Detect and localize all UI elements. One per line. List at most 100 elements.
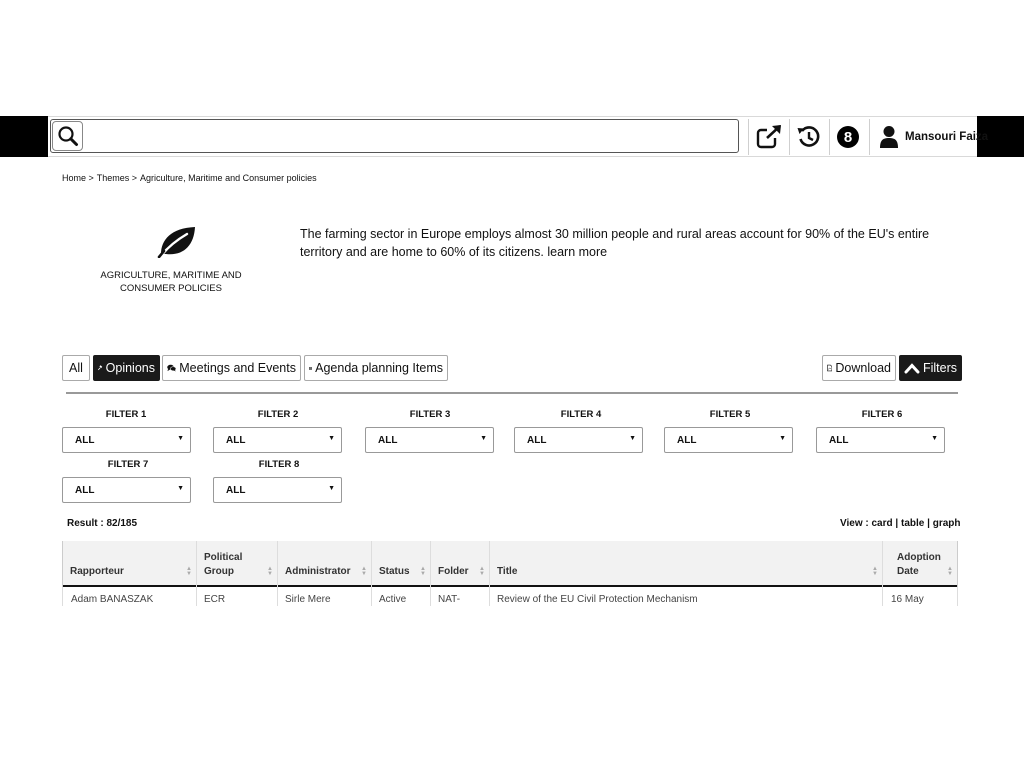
breadcrumb: Home > Themes > Agriculture, Maritime and …	[62, 173, 320, 183]
history-button[interactable]	[790, 119, 828, 155]
view-graph-link[interactable]: graph	[933, 518, 961, 529]
learn-more-link[interactable]: learn more	[547, 245, 607, 259]
view-label: View :	[840, 518, 869, 529]
view-switcher: View : card | table | graph	[840, 518, 961, 529]
filter-3-select[interactable]: ALL ▼	[365, 427, 494, 453]
sort-icon: ▲ ▼	[872, 566, 878, 577]
column-header-title[interactable]: Title ▲ ▼	[489, 541, 882, 587]
filter-5-select[interactable]: ALL ▼	[664, 427, 793, 453]
dropdown-arrow-icon: ▼	[177, 485, 184, 492]
filter-5-label: FILTER 5	[709, 409, 751, 420]
cell-title[interactable]: Review of the EU Civil Protection Mechan…	[497, 594, 698, 605]
gavel-icon	[98, 365, 103, 371]
column-header-label: Administrator	[285, 566, 351, 577]
column-header-label: Adoption Date	[897, 552, 941, 577]
notification-badge: 8	[837, 126, 859, 148]
filter-4-label: FILTER 4	[560, 409, 602, 420]
leaf-icon	[157, 227, 195, 258]
view-separator: |	[927, 518, 930, 529]
result-count: Result : 82/185	[67, 518, 138, 529]
download-label: Download	[835, 361, 891, 375]
tab-agenda[interactable]: Agenda planning Items	[304, 355, 448, 381]
filter-5-value: ALL	[677, 434, 697, 446]
tabs-divider	[66, 392, 958, 394]
dropdown-arrow-icon: ▼	[931, 435, 938, 442]
filter-7-value: ALL	[75, 484, 95, 496]
column-header-folder[interactable]: Folder ▲ ▼	[430, 541, 489, 587]
column-header-political-group[interactable]: Political Group ▲ ▼	[196, 541, 277, 587]
column-divider	[371, 587, 372, 606]
dropdown-arrow-icon: ▼	[328, 485, 335, 492]
column-header-label: Title	[497, 566, 518, 577]
column-divider	[277, 587, 278, 606]
tab-opinions[interactable]: Opinions	[93, 355, 160, 381]
tab-meetings-label: Meetings and Events	[179, 361, 296, 375]
filter-4-value: ALL	[527, 434, 547, 446]
column-divider	[882, 587, 883, 606]
view-separator: |	[895, 518, 899, 529]
search-icon	[57, 126, 78, 146]
download-button[interactable]: Download	[822, 355, 896, 381]
user-menu[interactable]	[870, 119, 908, 155]
filter-8-select[interactable]: ALL ▼	[213, 477, 342, 503]
sort-icon: ▲ ▼	[361, 566, 367, 577]
column-header-label: Status	[379, 566, 410, 577]
theme-description: The farming sector in Europe employs alm…	[300, 225, 950, 261]
dropdown-arrow-icon: ▼	[328, 435, 335, 442]
sort-icon: ▲ ▼	[420, 566, 426, 577]
theme-description-text: The farming sector in Europe employs alm…	[300, 227, 930, 259]
page-bottom-cover	[0, 606, 1024, 768]
tab-all[interactable]: All	[62, 355, 90, 381]
filter-6-label: FILTER 6	[861, 409, 903, 420]
theme-title: AGRICULTURE, MARITIME AND CONSUMER POLIC…	[100, 270, 242, 294]
comments-icon	[167, 364, 177, 372]
dropdown-arrow-icon: ▼	[177, 435, 184, 442]
breadcrumb-themes[interactable]: Themes >	[97, 173, 137, 183]
filter-3-label: FILTER 3	[409, 409, 451, 420]
left-edge-block	[0, 116, 48, 157]
search-input[interactable]	[86, 122, 738, 152]
cell-folder[interactable]: NAT-	[438, 594, 460, 605]
tab-agenda-label: Agenda planning Items	[315, 361, 443, 375]
user-icon	[880, 126, 898, 148]
filter-2-value: ALL	[226, 434, 246, 446]
pdf-file-icon	[827, 364, 833, 372]
filter-1-value: ALL	[75, 434, 95, 446]
filters-toggle-button[interactable]: Filters	[899, 355, 962, 381]
filter-7-select[interactable]: ALL ▼	[62, 477, 191, 503]
filters-label: Filters	[922, 361, 957, 375]
search-button[interactable]	[52, 121, 83, 151]
breadcrumb-current: Agriculture, Maritime and Consumer polic…	[140, 173, 317, 183]
filter-6-select[interactable]: ALL ▼	[816, 427, 945, 453]
notifications-button[interactable]: 8	[829, 119, 867, 155]
filter-6-value: ALL	[829, 434, 849, 446]
column-divider	[196, 587, 197, 606]
view-table-link[interactable]: table	[901, 518, 924, 529]
external-link-button[interactable]	[750, 119, 788, 155]
dropdown-arrow-icon: ▼	[629, 435, 636, 442]
table-icon	[309, 366, 313, 370]
view-card-link[interactable]: card	[872, 518, 893, 529]
breadcrumb-home[interactable]: Home >	[62, 173, 94, 183]
column-header-label: Political Group	[204, 552, 243, 577]
sort-icon: ▲ ▼	[479, 566, 485, 577]
chevron-up-icon	[904, 363, 920, 374]
dropdown-arrow-icon: ▼	[480, 435, 487, 442]
filter-2-label: FILTER 2	[257, 409, 299, 420]
filter-4-select[interactable]: ALL ▼	[514, 427, 643, 453]
cell-adoption-date: 16 May	[891, 594, 924, 605]
column-header-adoption-date[interactable]: Adoption Date ▲ ▼	[882, 541, 958, 587]
filter-8-value: ALL	[226, 484, 246, 496]
column-header-status[interactable]: Status ▲ ▼	[371, 541, 430, 587]
toolbar-divider	[748, 119, 749, 155]
filter-8-label: FILTER 8	[258, 459, 300, 470]
user-name[interactable]: Mansouri Faiza	[905, 131, 988, 143]
column-header-rapporteur[interactable]: Rapporteur ▲ ▼	[62, 541, 196, 587]
tab-meetings[interactable]: Meetings and Events	[162, 355, 301, 381]
filter-7-label: FILTER 7	[107, 459, 149, 470]
cell-rapporteur: Adam BANASZAK	[71, 594, 154, 605]
column-divider	[430, 587, 431, 606]
filter-1-select[interactable]: ALL ▼	[62, 427, 191, 453]
column-header-administrator[interactable]: Administrator ▲ ▼	[277, 541, 371, 587]
filter-2-select[interactable]: ALL ▼	[213, 427, 342, 453]
